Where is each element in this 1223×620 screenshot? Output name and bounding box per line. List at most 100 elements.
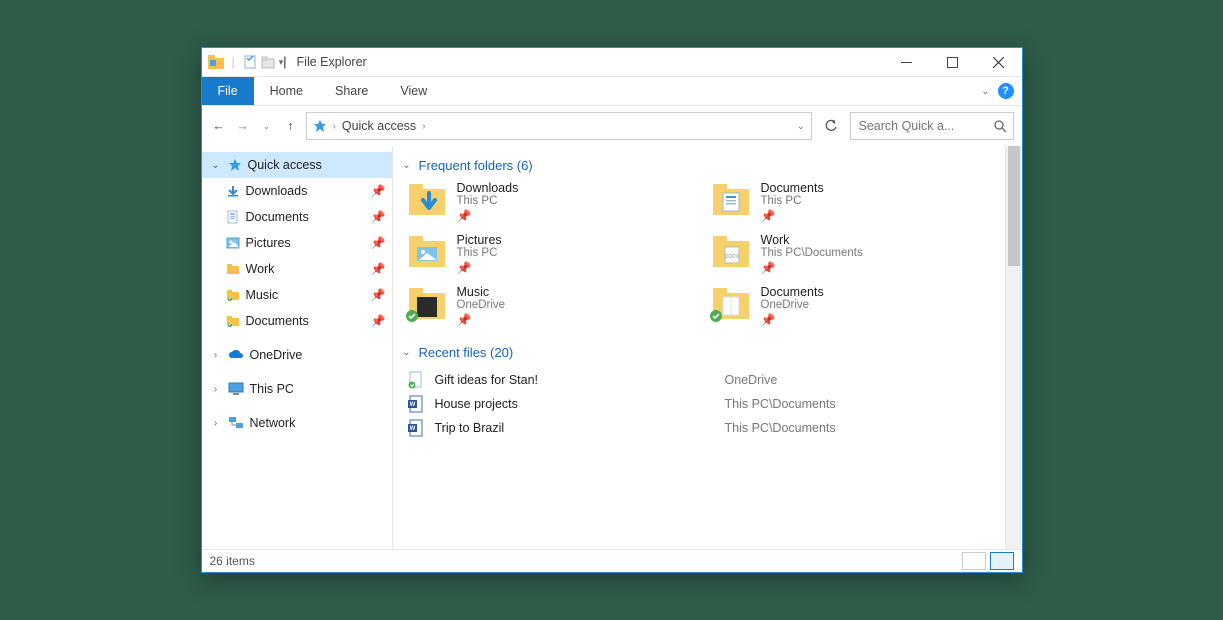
view-tiles-button[interactable]	[990, 552, 1014, 570]
file-row[interactable]: W House projects This PC\Documents	[407, 392, 997, 416]
tree-item-music[interactable]: Music 📌	[202, 282, 392, 308]
up-button[interactable]: ↑	[282, 117, 300, 135]
titlebar: | ▾ | File Explorer	[202, 48, 1022, 77]
content-scroll[interactable]: ⌄ Frequent folders (6) Downloads This PC…	[393, 146, 1005, 549]
close-button[interactable]	[976, 48, 1022, 76]
tree-network[interactable]: › Network	[202, 410, 392, 436]
new-folder-icon[interactable]	[261, 55, 275, 69]
folder-item-documents-onedrive[interactable]: Documents OneDrive 📌	[711, 285, 997, 327]
refresh-button[interactable]	[818, 113, 844, 139]
address-bar[interactable]: › Quick access › ⌄	[306, 112, 812, 140]
tree-label: Music	[246, 288, 279, 302]
pin-icon: 📌	[761, 209, 824, 223]
svg-text:DOCX: DOCX	[724, 254, 739, 260]
chevron-right-icon[interactable]: ›	[210, 384, 222, 395]
breadcrumb-quick-access[interactable]: Quick access	[342, 119, 416, 133]
tree-item-documents[interactable]: Documents 📌	[202, 204, 392, 230]
tree-label: This PC	[250, 382, 294, 396]
help-icon[interactable]: ?	[998, 83, 1014, 99]
body: ⌄ Quick access Downloads 📌 Documents 📌 P…	[202, 146, 1022, 549]
chevron-right-icon[interactable]: ›	[210, 350, 222, 361]
file-row[interactable]: W Trip to Brazil This PC\Documents	[407, 416, 997, 440]
pin-icon: 📌	[761, 313, 824, 327]
tree-item-documents-od[interactable]: Documents 📌	[202, 308, 392, 334]
folder-item-pictures[interactable]: Pictures This PC 📌	[407, 233, 693, 275]
file-location: This PC\Documents	[725, 397, 836, 411]
vertical-scrollbar[interactable]	[1005, 146, 1022, 549]
folder-item-documents[interactable]: Documents This PC 📌	[711, 181, 997, 223]
folder-name: Music	[457, 285, 506, 299]
file-name: Gift ideas for Stan!	[435, 373, 715, 387]
search-input[interactable]	[857, 118, 994, 134]
nav-arrows: ← → ⌄ ↑	[210, 117, 300, 135]
tree-this-pc[interactable]: › This PC	[202, 376, 392, 402]
folder-item-work[interactable]: DOCX Work This PC\Documents 📌	[711, 233, 997, 275]
pin-icon: 📌	[371, 184, 386, 198]
forward-button[interactable]: →	[234, 117, 252, 135]
tab-share[interactable]: Share	[319, 77, 384, 105]
tree-item-downloads[interactable]: Downloads 📌	[202, 178, 392, 204]
view-mode-buttons	[962, 552, 1014, 570]
maximize-button[interactable]	[930, 48, 976, 76]
recent-locations-dropdown[interactable]: ⌄	[258, 117, 276, 135]
folder-item-music[interactable]: Music OneDrive 📌	[407, 285, 693, 327]
folder-location: This PC	[457, 195, 519, 207]
search-icon[interactable]	[994, 120, 1007, 133]
explorer-icon	[208, 55, 224, 69]
tree-item-work[interactable]: Work 📌	[202, 256, 392, 282]
tree-quick-access[interactable]: ⌄ Quick access	[202, 152, 392, 178]
pin-icon: 📌	[371, 210, 386, 224]
file-location: This PC\Documents	[725, 421, 836, 435]
status-bar: 26 items	[202, 549, 1022, 572]
documents-icon	[226, 314, 240, 328]
chevron-down-icon[interactable]: ⌄	[401, 347, 413, 358]
svg-text:W: W	[409, 426, 415, 432]
folder-pictures-icon	[407, 233, 447, 269]
folder-item-downloads[interactable]: Downloads This PC 📌	[407, 181, 693, 223]
tab-home[interactable]: Home	[254, 77, 319, 105]
pin-icon: 📌	[371, 236, 386, 250]
pin-icon: 📌	[457, 209, 519, 223]
back-button[interactable]: ←	[210, 117, 228, 135]
toolbar-separator: |	[232, 55, 235, 69]
address-dropdown-icon[interactable]: ⌄	[797, 121, 805, 132]
folder-documents-icon	[711, 181, 751, 217]
window-title: File Explorer	[297, 55, 367, 69]
navigation-pane[interactable]: ⌄ Quick access Downloads 📌 Documents 📌 P…	[202, 146, 393, 549]
star-icon	[313, 119, 327, 133]
frequent-folders-grid: Downloads This PC 📌 Documents This PC	[399, 181, 1005, 341]
properties-icon[interactable]	[243, 55, 257, 69]
tree-item-pictures[interactable]: Pictures 📌	[202, 230, 392, 256]
breadcrumb-separator[interactable]: ›	[422, 121, 425, 132]
pin-icon: 📌	[457, 261, 502, 275]
tab-file[interactable]: File	[202, 77, 254, 105]
section-recent-files[interactable]: ⌄ Recent files (20)	[401, 345, 1005, 360]
tree-label: Documents	[246, 314, 309, 328]
pin-icon: 📌	[457, 313, 506, 327]
chevron-down-icon[interactable]: ⌄	[210, 160, 222, 171]
chevron-down-icon[interactable]: ⌄	[401, 160, 413, 171]
tab-view[interactable]: View	[384, 77, 443, 105]
scrollbar-thumb[interactable]	[1008, 146, 1020, 266]
section-frequent-folders[interactable]: ⌄ Frequent folders (6)	[401, 158, 1005, 173]
search-box[interactable]	[850, 112, 1014, 140]
chevron-right-icon[interactable]: ›	[210, 418, 222, 429]
quick-access-toolbar: | ▾	[208, 55, 284, 69]
toolbar-separator: |	[283, 55, 286, 69]
tree-onedrive[interactable]: › OneDrive	[202, 342, 392, 368]
downloads-icon	[226, 184, 240, 198]
collapse-ribbon-icon[interactable]: ⌄	[981, 86, 989, 97]
breadcrumb-separator: ›	[333, 121, 336, 132]
file-row[interactable]: Gift ideas for Stan! OneDrive	[407, 368, 997, 392]
minimize-button[interactable]	[884, 48, 930, 76]
file-location: OneDrive	[725, 373, 778, 387]
ribbon-right: ⌄ ?	[981, 83, 1013, 99]
folder-downloads-icon	[407, 181, 447, 217]
onedrive-icon	[228, 349, 244, 361]
pin-icon: 📌	[371, 262, 386, 276]
file-name: House projects	[435, 397, 715, 411]
view-details-button[interactable]	[962, 552, 986, 570]
file-name: Trip to Brazil	[435, 421, 715, 435]
pin-icon: 📌	[761, 261, 863, 275]
document-sync-icon	[407, 371, 425, 389]
